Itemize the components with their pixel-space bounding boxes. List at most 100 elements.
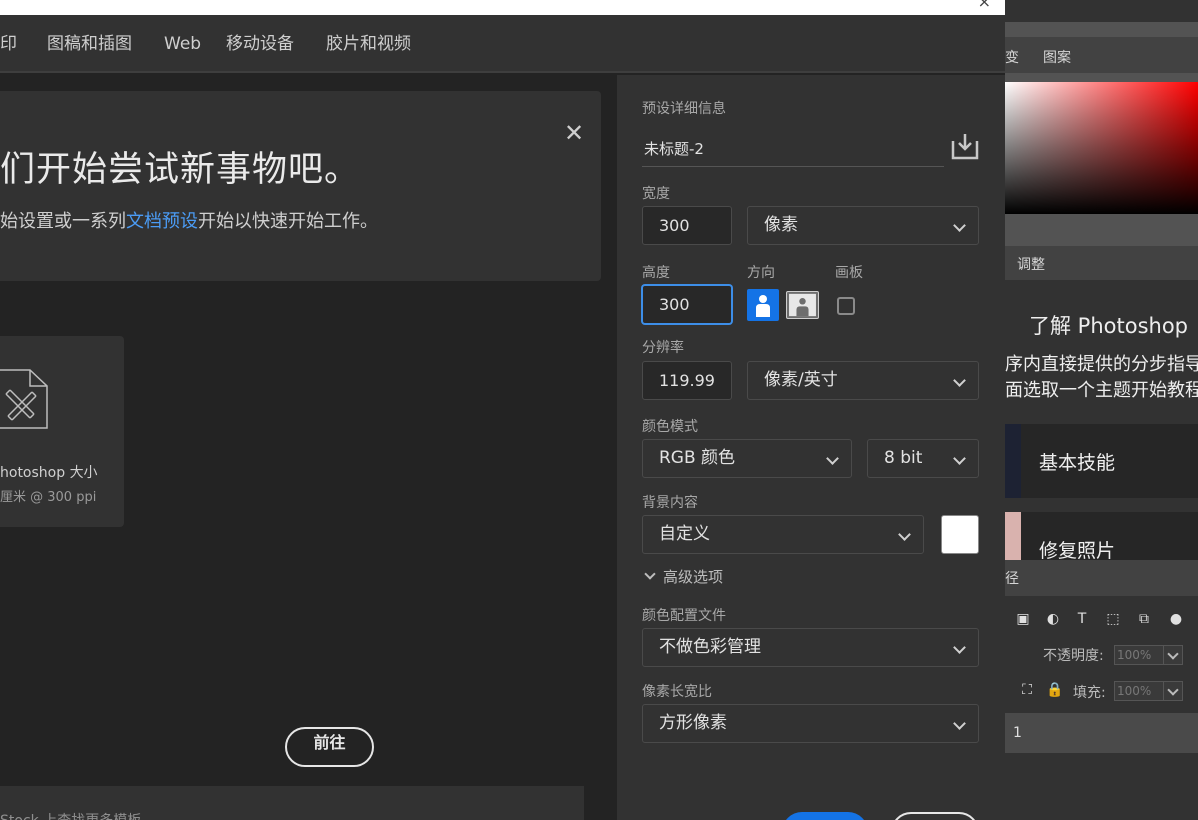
banner-title: 们开始尝试新事物吧。 bbox=[0, 150, 361, 190]
resolution-label: 分辨率 bbox=[642, 340, 684, 356]
preset-tile-size: 厘米 @ 300 ppi bbox=[0, 490, 97, 505]
artboard-label: 画板 bbox=[835, 265, 863, 281]
tab-mobile[interactable]: 移动设备 bbox=[226, 15, 294, 73]
layers-panel bbox=[1005, 596, 1198, 820]
pixel-aspect-select[interactable]: 方形像素 bbox=[642, 704, 979, 743]
tab-paths[interactable]: 径 bbox=[1005, 568, 1019, 588]
stock-footer: Stock 上查找更多模板 bbox=[0, 786, 584, 820]
advanced-options-label: 高级选项 bbox=[663, 568, 724, 586]
width-input[interactable]: 300 bbox=[642, 206, 732, 245]
create-button[interactable] bbox=[782, 812, 868, 820]
chevron-down-icon bbox=[953, 374, 966, 387]
color-mode-label: 颜色模式 bbox=[642, 419, 698, 435]
bit-depth-select[interactable]: 8 bit bbox=[867, 439, 979, 478]
resolution-unit-select[interactable]: 像素/英寸 bbox=[747, 361, 979, 400]
banner-subtitle-end: 开始以快速开始工作。 bbox=[198, 211, 378, 232]
new-document-dialog: × 印 图稿和插图 Web 移动设备 胶片和视频 们开始尝试新事物吧。 始设置或… bbox=[0, 0, 1005, 820]
chevron-down-icon bbox=[953, 717, 966, 730]
photoshop-side-panels: 变 图案 调整 了解 Photoshop 序内直接提供的分步指导 面选取一个主题… bbox=[1005, 0, 1198, 820]
tab-gradients[interactable]: 变 bbox=[1005, 47, 1019, 67]
fill-label: 填充: bbox=[1073, 685, 1106, 701]
type-layer-filter-icon[interactable]: T bbox=[1074, 611, 1090, 627]
tab-adjustments[interactable]: 调整 bbox=[1017, 254, 1045, 274]
resolution-input[interactable]: 119.99 bbox=[642, 361, 732, 400]
adjustment-layer-filter-icon[interactable]: ◐ bbox=[1045, 611, 1061, 627]
layer-row[interactable]: 1 bbox=[1005, 713, 1198, 753]
banner-close-icon[interactable]: ✕ bbox=[564, 121, 584, 145]
document-presets-link[interactable]: 文档预设 bbox=[126, 211, 198, 232]
layer-name: 1 bbox=[1013, 725, 1022, 741]
tutorial-card-label: 基本技能 bbox=[1039, 452, 1116, 474]
height-input[interactable]: 300 bbox=[642, 285, 732, 324]
preset-details-panel: 预设详细信息 未标题-2 宽度 300 像素 高度 方向 画板 300 分辨率 … bbox=[617, 75, 1005, 820]
opacity-label: 不透明度: bbox=[1043, 648, 1104, 664]
landscape-orientation-icon[interactable] bbox=[786, 291, 819, 319]
save-preset-icon[interactable] bbox=[950, 131, 980, 161]
smart-object-filter-icon[interactable]: ⧉ bbox=[1136, 611, 1152, 627]
tab-film-video[interactable]: 胶片和视频 bbox=[326, 15, 411, 73]
background-color-swatch[interactable] bbox=[941, 515, 979, 554]
goto-stock-button[interactable]: 前往 bbox=[285, 727, 374, 767]
lock-position-icon[interactable]: ⛶ bbox=[1019, 682, 1035, 698]
learn-description-line1: 序内直接提供的分步指导 bbox=[1005, 354, 1198, 375]
color-profile-select[interactable]: 不做色彩管理 bbox=[642, 628, 979, 667]
window-close-icon[interactable]: × bbox=[978, 0, 991, 10]
fill-dropdown[interactable] bbox=[1163, 681, 1183, 701]
pixel-aspect-value: 方形像素 bbox=[659, 713, 727, 733]
learn-panel-tabs: 调整 bbox=[1005, 246, 1198, 280]
dialog-titlebar: × bbox=[0, 0, 1005, 15]
color-panel-tabs: 变 图案 bbox=[1005, 37, 1198, 73]
close-button[interactable] bbox=[891, 812, 979, 820]
opacity-input[interactable]: 100% bbox=[1114, 645, 1164, 665]
card-thumbnail bbox=[1005, 424, 1021, 498]
orientation-label: 方向 bbox=[747, 265, 775, 281]
background-value: 自定义 bbox=[659, 524, 710, 544]
chevron-down-icon bbox=[644, 568, 656, 580]
tutorial-card-basics[interactable]: 基本技能 bbox=[1005, 424, 1198, 498]
filter-toggle-icon[interactable]: ● bbox=[1168, 611, 1184, 627]
color-picker-field[interactable] bbox=[1005, 82, 1198, 214]
width-unit-select[interactable]: 像素 bbox=[747, 206, 979, 245]
opacity-dropdown[interactable] bbox=[1163, 645, 1183, 665]
tutorial-card-label: 修复照片 bbox=[1039, 540, 1116, 562]
width-unit-value: 像素 bbox=[764, 215, 798, 235]
shape-layer-filter-icon[interactable]: ⬚ bbox=[1105, 611, 1121, 627]
preset-tile-name: hotoshop 大小 bbox=[0, 465, 98, 481]
resolution-unit-value: 像素/英寸 bbox=[764, 370, 838, 390]
document-preset-icon bbox=[0, 369, 48, 429]
preset-tile[interactable]: hotoshop 大小 厘米 @ 300 ppi bbox=[0, 336, 124, 527]
height-label: 高度 bbox=[642, 265, 670, 281]
stock-footer-text: Stock 上查找更多模板 bbox=[0, 810, 141, 820]
color-profile-value: 不做色彩管理 bbox=[659, 637, 761, 657]
fill-input[interactable]: 100% bbox=[1114, 681, 1164, 701]
preset-details-label: 预设详细信息 bbox=[642, 101, 726, 117]
chevron-down-icon bbox=[953, 219, 966, 232]
preset-category-tabs: 印 图稿和插图 Web 移动设备 胶片和视频 bbox=[0, 15, 1005, 73]
lock-all-icon[interactable]: 🔒 bbox=[1046, 682, 1063, 698]
learn-title: 了解 Photoshop bbox=[1029, 314, 1189, 338]
layers-panel-tabs: 径 bbox=[1005, 560, 1198, 596]
tab-patterns[interactable]: 图案 bbox=[1043, 47, 1071, 67]
pixel-aspect-label: 像素长宽比 bbox=[642, 684, 712, 700]
card-thumbnail bbox=[1005, 512, 1021, 560]
artboard-checkbox[interactable] bbox=[837, 297, 855, 315]
banner-subtitle: 始设置或一系列文档预设开始以快速开始工作。 bbox=[0, 207, 378, 233]
tutorial-card-fix-photos[interactable]: 修复照片 bbox=[1005, 512, 1198, 562]
color-profile-label: 颜色配置文件 bbox=[642, 608, 726, 624]
bit-depth-value: 8 bit bbox=[884, 448, 923, 468]
portrait-orientation-icon[interactable] bbox=[747, 289, 779, 321]
chevron-down-icon bbox=[898, 528, 911, 541]
chevron-down-icon bbox=[953, 452, 966, 465]
advanced-options-toggle[interactable]: 高级选项 bbox=[644, 566, 723, 587]
presets-area: 们开始尝试新事物吧。 始设置或一系列文档预设开始以快速开始工作。 ✕ hotos… bbox=[0, 75, 617, 820]
tab-art-illustration[interactable]: 图稿和插图 bbox=[47, 15, 132, 73]
pixel-layer-filter-icon[interactable]: ▣ bbox=[1015, 611, 1031, 627]
color-mode-select[interactable]: RGB 颜色 bbox=[642, 439, 852, 478]
document-name-input[interactable]: 未标题-2 bbox=[642, 131, 944, 167]
color-mode-value: RGB 颜色 bbox=[659, 448, 736, 468]
tab-web[interactable]: Web bbox=[164, 15, 201, 73]
learn-description-line2: 面选取一个主题开始教程 bbox=[1005, 380, 1198, 401]
background-select[interactable]: 自定义 bbox=[642, 515, 924, 554]
width-label: 宽度 bbox=[642, 186, 670, 202]
tab-print[interactable]: 印 bbox=[0, 15, 17, 73]
